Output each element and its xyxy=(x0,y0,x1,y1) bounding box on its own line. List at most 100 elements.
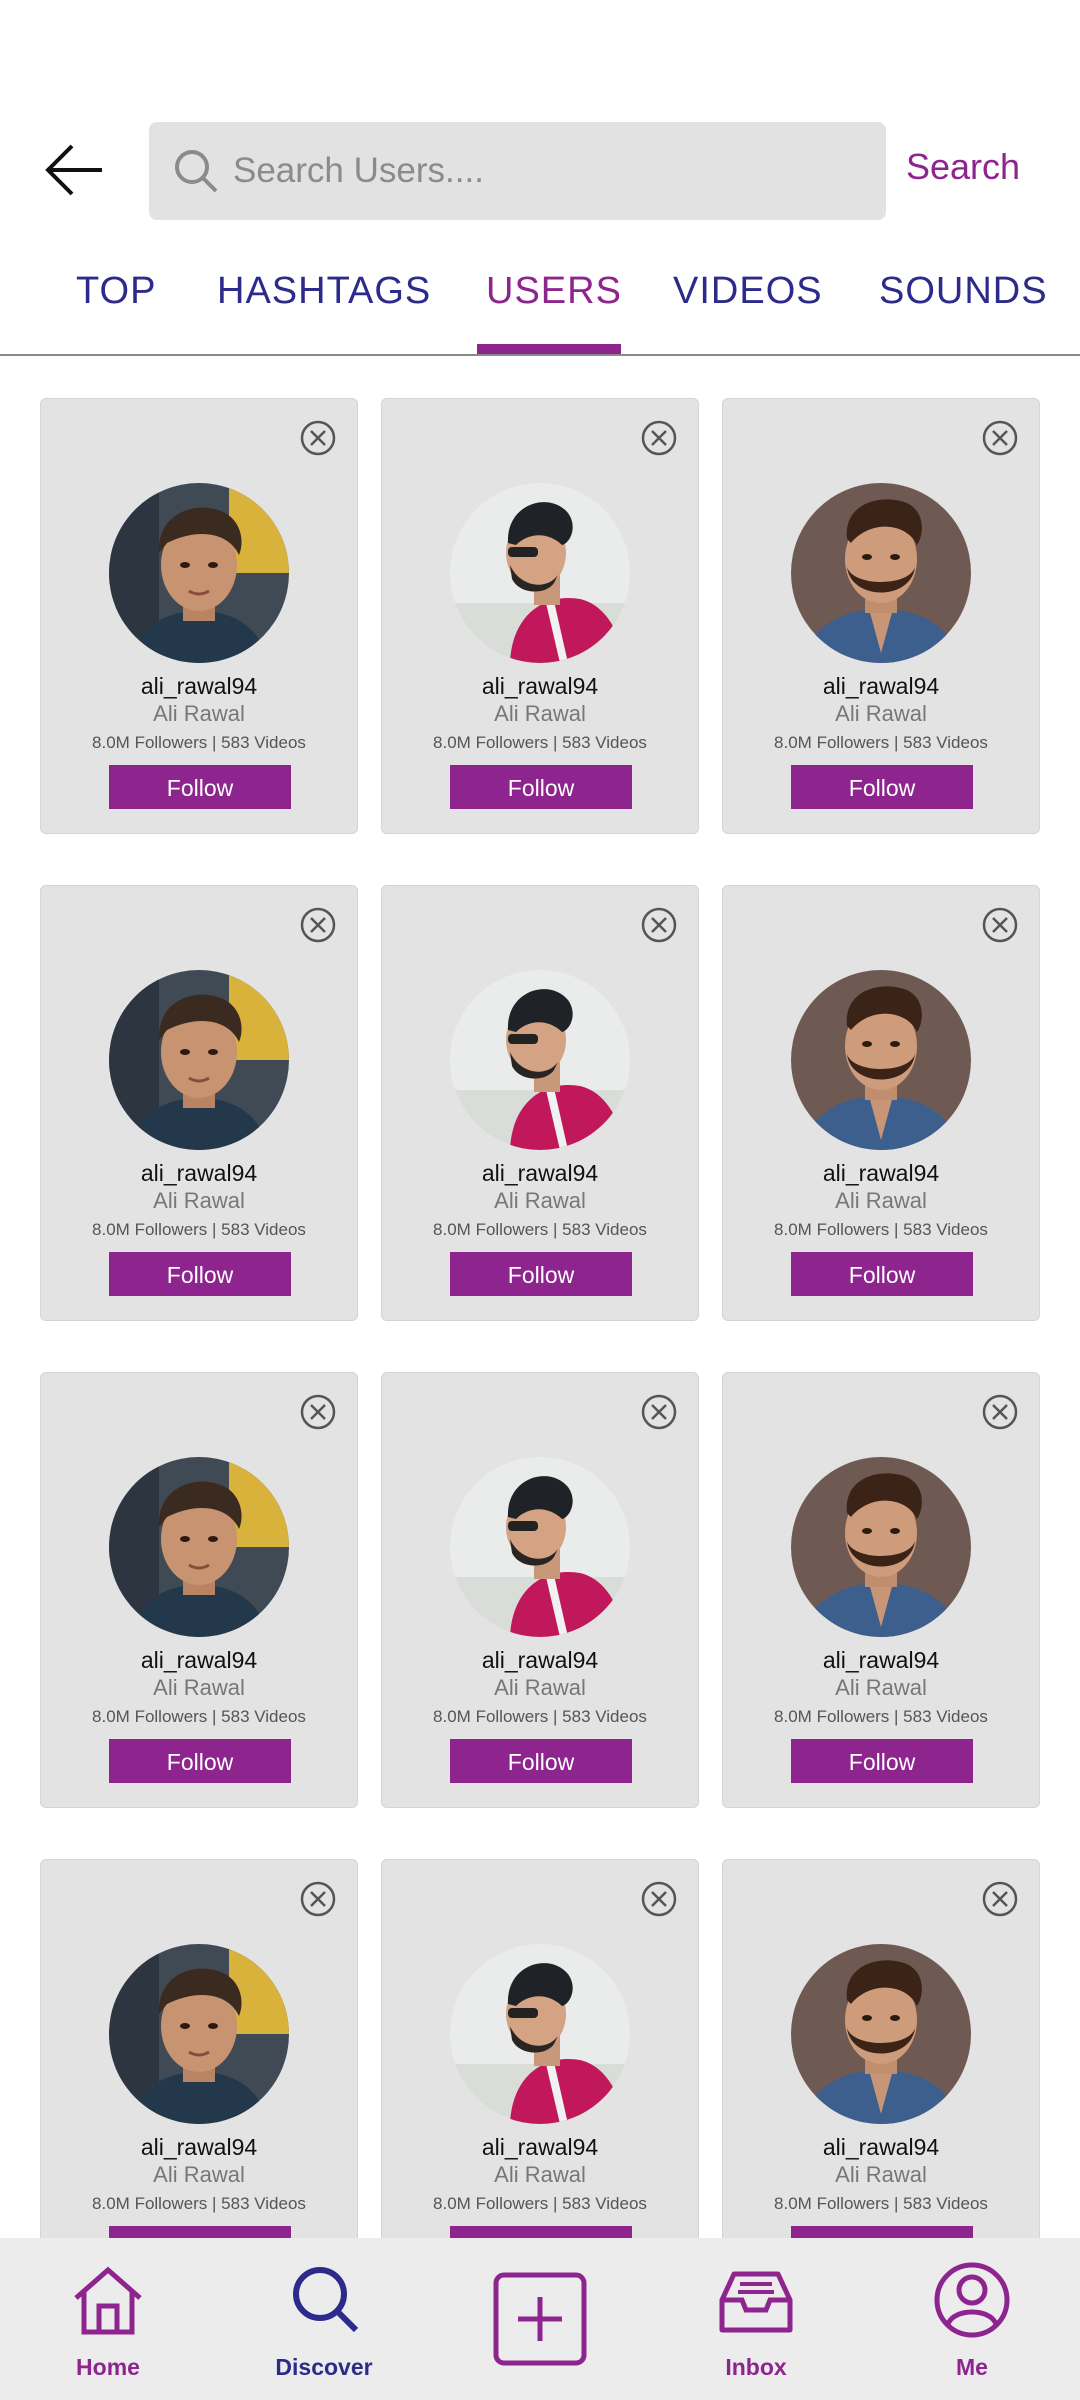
user-stats: 8.0M Followers | 583 Videos xyxy=(433,1220,647,1239)
avatar[interactable] xyxy=(109,970,289,1150)
close-icon[interactable] xyxy=(299,1393,337,1431)
search-button[interactable]: Search xyxy=(906,146,1020,188)
close-icon[interactable] xyxy=(640,419,678,457)
follow-button[interactable]: Follow xyxy=(450,1739,632,1783)
user-card[interactable]: ali_rawal94 Ali Rawal 8.0M Followers | 583… xyxy=(40,1859,358,2238)
tab-hashtags[interactable]: HASHTAGS xyxy=(217,270,431,313)
nav-create[interactable] xyxy=(432,2238,648,2400)
search-input[interactable] xyxy=(231,138,855,204)
user-stats: 8.0M Followers | 583 Videos xyxy=(433,733,647,752)
username: ali_rawal94 xyxy=(822,1160,940,1186)
follow-button[interactable]: Follow xyxy=(109,1252,291,1296)
close-icon[interactable] xyxy=(640,1393,678,1431)
user-stats: 8.0M Followers | 583 Videos xyxy=(92,733,306,752)
follow-button[interactable]: Follow xyxy=(109,2226,291,2238)
close-icon[interactable] xyxy=(981,419,1019,457)
display-name: Ali Rawal xyxy=(153,1675,245,1700)
display-name: Ali Rawal xyxy=(835,701,927,726)
display-name: Ali Rawal xyxy=(494,1188,586,1213)
close-icon[interactable] xyxy=(299,1880,337,1918)
user-stats: 8.0M Followers | 583 Videos xyxy=(433,1707,647,1726)
avatar[interactable] xyxy=(791,1944,971,2124)
user-stats: 8.0M Followers | 583 Videos xyxy=(433,2194,647,2213)
nav-home[interactable]: Home xyxy=(0,2238,216,2400)
tab-top[interactable]: TOP xyxy=(76,270,156,313)
display-name: Ali Rawal xyxy=(153,2162,245,2187)
close-icon[interactable] xyxy=(981,1393,1019,1431)
close-icon[interactable] xyxy=(299,906,337,944)
follow-button[interactable]: Follow xyxy=(450,2226,632,2238)
avatar[interactable] xyxy=(791,1457,971,1637)
user-card[interactable]: ali_rawal94 Ali Rawal 8.0M Followers | 583… xyxy=(381,1859,699,2238)
tab-sounds[interactable]: SOUNDS xyxy=(879,270,1048,313)
username: ali_rawal94 xyxy=(140,1160,258,1186)
display-name: Ali Rawal xyxy=(835,1188,927,1213)
category-tabs: TOP HASHTAGS USERS VIDEOS SOUNDS xyxy=(0,250,1080,356)
avatar[interactable] xyxy=(109,1457,289,1637)
follow-button[interactable]: Follow xyxy=(791,1252,973,1296)
plus-square-icon xyxy=(493,2272,587,2366)
nav-home-label: Home xyxy=(76,2354,140,2380)
search-icon xyxy=(175,150,218,193)
nav-me[interactable]: Me xyxy=(864,2238,1080,2400)
display-name: Ali Rawal xyxy=(835,2162,927,2187)
username: ali_rawal94 xyxy=(481,1647,599,1673)
home-icon xyxy=(74,2266,142,2335)
user-card[interactable]: ali_rawal94 Ali Rawal 8.0M Followers | 583… xyxy=(40,1372,358,1808)
follow-button[interactable]: Follow xyxy=(791,1739,973,1783)
close-icon[interactable] xyxy=(640,1880,678,1918)
avatar[interactable] xyxy=(109,483,289,663)
username: ali_rawal94 xyxy=(481,1160,599,1186)
avatar[interactable] xyxy=(450,1457,630,1637)
username: ali_rawal94 xyxy=(140,673,258,699)
follow-button[interactable]: Follow xyxy=(791,2226,973,2238)
user-card[interactable]: ali_rawal94 Ali Rawal 8.0M Followers | 583… xyxy=(722,398,1040,834)
back-arrow-icon[interactable] xyxy=(40,138,110,202)
user-card[interactable]: ali_rawal94 Ali Rawal 8.0M Followers | 583… xyxy=(40,885,358,1321)
display-name: Ali Rawal xyxy=(494,1675,586,1700)
nav-inbox[interactable]: Inbox xyxy=(648,2238,864,2400)
user-stats: 8.0M Followers | 583 Videos xyxy=(774,1707,988,1726)
close-icon[interactable] xyxy=(981,906,1019,944)
user-card[interactable]: ali_rawal94 Ali Rawal 8.0M Followers | 583… xyxy=(381,398,699,834)
user-card[interactable]: ali_rawal94 Ali Rawal 8.0M Followers | 583… xyxy=(381,885,699,1321)
tab-users[interactable]: USERS xyxy=(486,270,622,313)
username: ali_rawal94 xyxy=(822,2134,940,2160)
user-card[interactable]: ali_rawal94 Ali Rawal 8.0M Followers | 583… xyxy=(722,885,1040,1321)
user-stats: 8.0M Followers | 583 Videos xyxy=(92,2194,306,2213)
user-stats: 8.0M Followers | 583 Videos xyxy=(774,733,988,752)
close-icon[interactable] xyxy=(299,419,337,457)
avatar[interactable] xyxy=(791,970,971,1150)
nav-inbox-label: Inbox xyxy=(725,2354,787,2380)
follow-button[interactable]: Follow xyxy=(109,765,291,809)
username: ali_rawal94 xyxy=(822,1647,940,1673)
avatar[interactable] xyxy=(450,970,630,1150)
avatar[interactable] xyxy=(450,1944,630,2124)
tab-videos[interactable]: VIDEOS xyxy=(673,270,823,313)
user-stats: 8.0M Followers | 583 Videos xyxy=(774,1220,988,1239)
display-name: Ali Rawal xyxy=(153,1188,245,1213)
close-icon[interactable] xyxy=(981,1880,1019,1918)
avatar[interactable] xyxy=(791,483,971,663)
username: ali_rawal94 xyxy=(140,1647,258,1673)
user-card[interactable]: ali_rawal94 Ali Rawal 8.0M Followers | 583… xyxy=(381,1372,699,1808)
user-suggestions-grid: ali_rawal94 Ali Rawal 8.0M Followers | 583… xyxy=(0,398,1080,2238)
avatar[interactable] xyxy=(109,1944,289,2124)
user-card[interactable]: ali_rawal94 Ali Rawal 8.0M Followers | 583… xyxy=(722,1859,1040,2238)
active-tab-indicator xyxy=(477,344,621,354)
user-card[interactable]: ali_rawal94 Ali Rawal 8.0M Followers | 583… xyxy=(722,1372,1040,1808)
close-icon[interactable] xyxy=(640,906,678,944)
display-name: Ali Rawal xyxy=(835,1675,927,1700)
follow-button[interactable]: Follow xyxy=(109,1739,291,1783)
bottom-navigation: Home Discover Inbox Me xyxy=(0,2238,1080,2400)
username: ali_rawal94 xyxy=(140,2134,258,2160)
user-stats: 8.0M Followers | 583 Videos xyxy=(92,1707,306,1726)
search-box xyxy=(149,122,886,220)
avatar[interactable] xyxy=(450,483,630,663)
follow-button[interactable]: Follow xyxy=(791,765,973,809)
follow-button[interactable]: Follow xyxy=(450,765,632,809)
display-name: Ali Rawal xyxy=(153,701,245,726)
user-card[interactable]: ali_rawal94 Ali Rawal 8.0M Followers | 583… xyxy=(40,398,358,834)
follow-button[interactable]: Follow xyxy=(450,1252,632,1296)
nav-discover[interactable]: Discover xyxy=(216,2238,432,2400)
